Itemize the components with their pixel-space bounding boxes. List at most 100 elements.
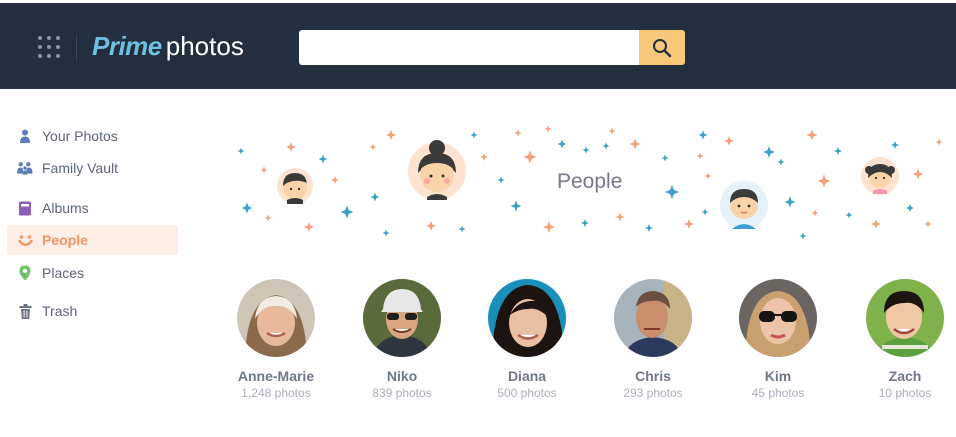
sparkle-decoration [608,127,616,135]
cartoon-girl-face [861,157,899,195]
trash-icon [17,303,33,319]
sparkle-decoration [514,129,522,137]
sparkle-decoration [811,209,819,217]
sparkle-decoration [370,192,380,202]
sparkle-decoration [480,153,488,161]
sidebar-item-people[interactable]: People [7,225,178,255]
sidebar-item-albums[interactable]: Albums [7,193,178,223]
person-name: Anne-Marie [237,368,315,384]
sparkle-decoration [912,168,924,180]
sparkle-decoration [260,166,268,174]
sparkle-decoration [891,141,899,149]
logo-prime-text: Prime [92,31,162,61]
header-divider [76,35,77,61]
search-icon [653,38,672,57]
page-title: People [557,170,623,193]
person-card-kim[interactable]: Kim 45 photos [723,279,833,400]
sidebar-item-label: Trash [42,303,78,319]
sparkle-decoration [799,232,807,240]
sparkle-decoration [701,208,709,216]
sparkle-decoration [543,221,555,233]
family-icon [17,160,33,176]
photo-count: 1,248 photos [241,386,311,400]
sparkle-decoration [286,142,296,152]
sparkle-decoration [806,129,818,141]
sparkle-decoration [602,142,610,150]
person-name: Zach [888,368,922,384]
sparkle-decoration [369,143,377,151]
sidebar: Your Photos Family Vault Albums People P… [0,89,190,437]
sparkle-decoration [497,176,505,184]
person-icon [17,128,33,144]
sidebar-item-label: Your Photos [42,128,118,144]
person-name: Chris [635,368,671,384]
sparkle-decoration [582,146,590,154]
photo-count: 293 photos [623,386,683,400]
sparkle-decoration [784,196,796,208]
sidebar-item-trash[interactable]: Trash [7,296,178,326]
photo-count: 839 photos [372,386,432,400]
sidebar-item-family-vault[interactable]: Family Vault [7,153,178,183]
person-card-zach[interactable]: Zach 10 photos [850,279,956,400]
sparkle-decoration [304,222,314,232]
sparkle-decoration [777,158,785,166]
photo-count: 10 photos [878,386,932,400]
person-card-niko[interactable]: Niko 839 photos [347,279,457,400]
sparkle-decoration [386,130,396,140]
sparkle-decoration [665,185,679,199]
logo-photos-text: photos [165,31,244,61]
location-pin-icon [17,265,33,281]
sparkle-decoration [340,205,354,219]
sparkle-decoration [924,220,932,228]
sparkle-decoration [629,138,641,150]
photo-count: 500 photos [497,386,557,400]
person-card-anne-marie[interactable]: Anne-Marie 1,248 photos [221,279,331,400]
search-button[interactable] [639,30,685,65]
sparkle-decoration [696,152,704,160]
sparkle-decoration [704,172,712,180]
avatar [237,279,315,357]
photo-count: 45 photos [751,386,805,400]
sparkle-decoration [510,200,522,212]
sidebar-item-places[interactable]: Places [7,258,178,288]
person-card-diana[interactable]: Diana 500 photos [472,279,582,400]
sparkle-decoration [470,131,478,139]
sparkle-decoration [264,214,272,222]
avatar [363,279,441,357]
sparkle-decoration [544,125,552,133]
sparkle-decoration [684,219,694,229]
sparkle-decoration [382,229,390,237]
cartoon-boy-face [277,168,313,204]
sidebar-item-label: Places [42,265,85,281]
sparkle-decoration [871,219,881,229]
sparkle-decoration [906,204,914,212]
person-name: Kim [764,368,792,384]
sparkle-decoration [426,221,436,231]
smiley-icon [17,232,33,248]
sparkle-decoration [645,224,653,232]
prime-photos-logo[interactable]: Prime photos [92,31,244,61]
sparkle-decoration [817,174,831,188]
sidebar-item-your-photos[interactable]: Your Photos [7,121,178,151]
avatar [614,279,692,357]
sparkle-decoration [241,202,253,214]
search-input[interactable] [299,30,640,65]
grid-apps-icon[interactable] [38,36,60,58]
sparkle-decoration [581,219,589,227]
avatar [739,279,817,357]
sparkle-decoration [661,154,669,162]
sparkle-decoration [763,146,775,158]
sidebar-item-label: Family Vault [42,160,118,176]
person-card-chris[interactable]: Chris 293 photos [598,279,708,400]
sparkle-decoration [615,212,625,222]
avatar [866,279,944,357]
sparkle-decoration [834,147,842,155]
cartoon-boy-blue-face [720,181,768,229]
sparkle-decoration [935,138,943,146]
cartoon-woman-face [408,140,466,200]
sparkle-decoration [557,139,567,149]
sparkle-decoration [331,176,339,184]
person-name: Diana [507,368,547,384]
sidebar-item-label: People [42,232,88,248]
sparkle-decoration [698,130,708,140]
